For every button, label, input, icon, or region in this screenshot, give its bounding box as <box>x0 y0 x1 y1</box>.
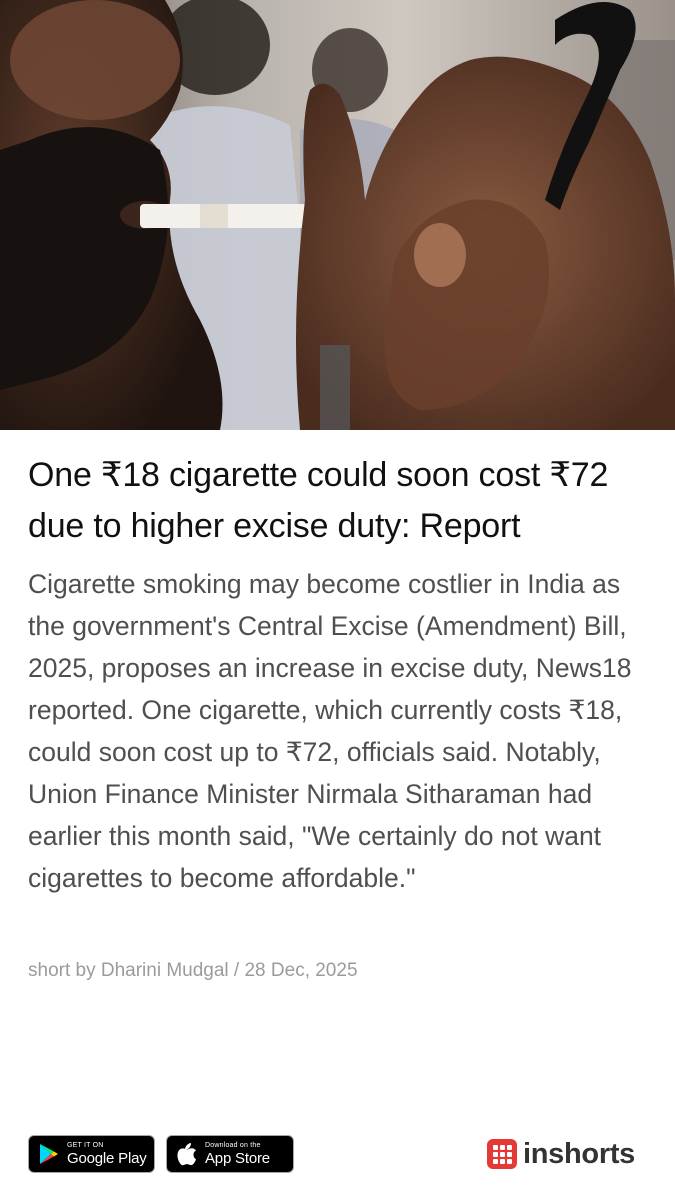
brand-name: inshorts <box>523 1137 635 1170</box>
google-play-label: Google Play <box>67 1150 147 1167</box>
google-play-badge[interactable]: GET IT ON Google Play <box>28 1135 155 1173</box>
article-headline: One ₹18 cigarette could soon cost ₹72 du… <box>28 456 609 545</box>
inshorts-logo[interactable]: inshorts <box>487 1135 635 1173</box>
article-byline: short by Dharini Mudgal / 28 Dec, 2025 <box>28 960 358 981</box>
google-play-small-text: GET IT ON <box>67 1142 104 1149</box>
article-body: Cigarette smoking may become costlier in… <box>28 569 632 893</box>
google-play-icon <box>36 1141 62 1167</box>
inshorts-card: One ₹18 cigarette could soon cost ₹72 du… <box>0 0 675 1200</box>
app-store-badge[interactable]: Download on the App Store <box>166 1135 294 1173</box>
app-store-label: App Store <box>205 1150 270 1167</box>
app-store-small-text: Download on the <box>205 1142 261 1149</box>
article-image[interactable] <box>0 0 675 430</box>
apple-icon <box>174 1141 200 1167</box>
inshorts-icon <box>487 1139 517 1169</box>
smoking-photo <box>0 0 675 430</box>
